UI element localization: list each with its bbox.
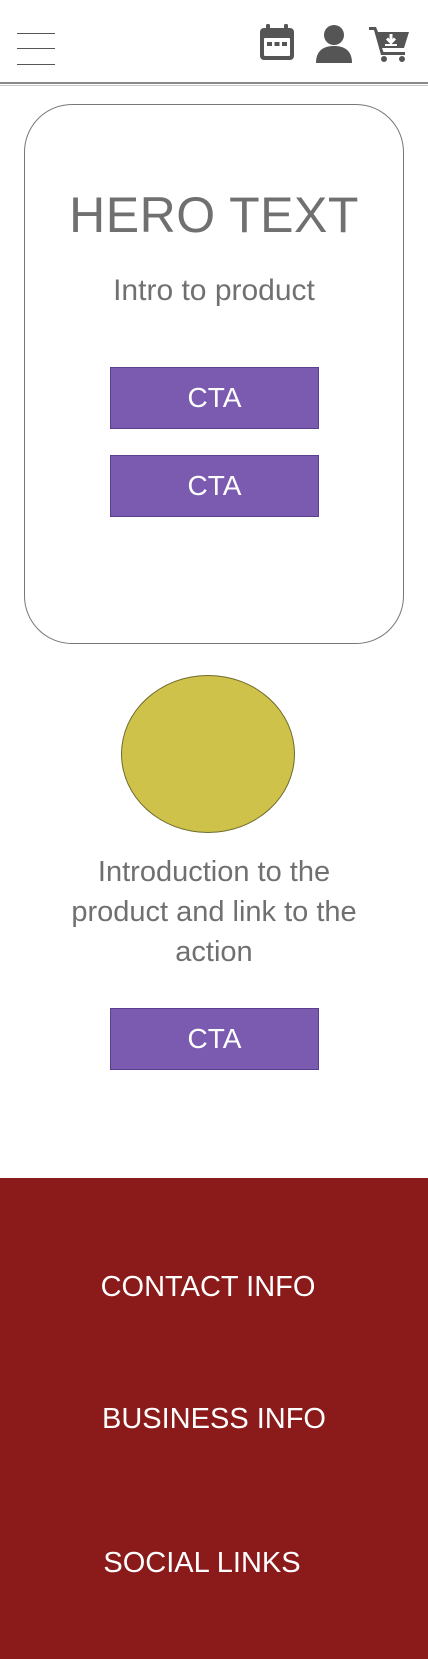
hero-subtitle: Intro to product: [113, 274, 315, 307]
product-image-placeholder: [121, 675, 295, 833]
hero-title: HERO TEXT: [69, 187, 359, 243]
hamburger-menu-icon[interactable]: [17, 33, 55, 67]
user-icon[interactable]: [315, 24, 353, 64]
site-header: [0, 0, 428, 86]
product-intro-text: Introduction to the product and link to …: [71, 856, 357, 968]
hero-cta-button-primary[interactable]: CTA: [110, 367, 319, 429]
cart-download-icon[interactable]: [369, 24, 411, 64]
product-cta-button[interactable]: CTA: [110, 1008, 319, 1070]
site-footer: CONTACT INFO BUSINESS INFO SOCIAL LINKS: [0, 1178, 428, 1659]
calendar-icon[interactable]: [256, 24, 298, 64]
footer-business-info[interactable]: BUSINESS INFO: [0, 1403, 428, 1436]
footer-social-links[interactable]: SOCIAL LINKS: [0, 1547, 428, 1580]
hero-cta-button-secondary[interactable]: CTA: [110, 455, 319, 517]
footer-contact-info[interactable]: CONTACT INFO: [0, 1271, 428, 1304]
